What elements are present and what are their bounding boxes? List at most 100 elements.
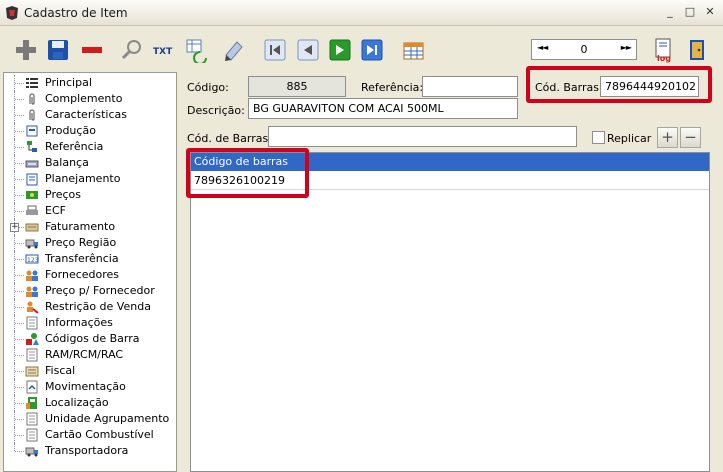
- sidebar-item-label: RAM/RCM/RAC: [45, 348, 124, 361]
- exit-icon[interactable]: [684, 37, 710, 63]
- table-icon[interactable]: [400, 37, 426, 63]
- sidebar-item-localizacao[interactable]: Localização: [4, 395, 176, 411]
- replicar-checkbox[interactable]: [592, 131, 605, 144]
- sidebar-item-unidade-agrupamento[interactable]: Unidade Agrupamento: [4, 411, 176, 427]
- location-icon: [25, 396, 39, 410]
- next-record-icon[interactable]: [327, 37, 353, 63]
- sidebar-item-label: Fornecedores: [45, 268, 120, 281]
- descricao-field[interactable]: BG GUARAVITON COM ACAI 500ML: [248, 98, 518, 119]
- referencia-label: Referência:: [361, 81, 424, 94]
- sidebar-item-ecf[interactable]: ECF: [4, 203, 176, 219]
- money-icon: [25, 188, 39, 202]
- sidebar-item-label: Fiscal: [45, 364, 76, 377]
- export-txt-icon[interactable]: TXT: [151, 37, 177, 63]
- sidebar-item-transportadora[interactable]: Transportadora: [4, 443, 176, 459]
- previous-record-icon[interactable]: [295, 37, 321, 63]
- tree-branch: [15, 147, 24, 148]
- tree-branch: [15, 99, 24, 100]
- tree-branch: [15, 291, 24, 292]
- sidebar-item-restricao-de-venda[interactable]: Restrição de Venda: [4, 299, 176, 315]
- sidebar-item-label: Movimentação: [45, 380, 126, 393]
- sidebar-item-balanca[interactable]: Balança: [4, 155, 176, 171]
- delete-icon[interactable]: [79, 37, 105, 63]
- sidebar-item-precos[interactable]: Preços: [4, 187, 176, 203]
- sidebar-item-cartao-combustivel[interactable]: Cartão Combustível: [4, 427, 176, 443]
- transfer-icon: 123: [25, 252, 39, 266]
- sidebar-item-planejamento[interactable]: Planejamento: [4, 171, 176, 187]
- first-record-icon[interactable]: [262, 37, 288, 63]
- document-icon: [25, 428, 39, 442]
- truck-icon: [25, 236, 39, 250]
- codigo-field[interactable]: 885: [248, 76, 346, 97]
- printer-icon: [25, 204, 39, 218]
- sidebar-item-caracteristicas[interactable]: Características: [4, 107, 176, 123]
- sidebar-item-label: ECF: [45, 204, 66, 217]
- paperclip-icon: [25, 92, 39, 106]
- sidebar-item-preco-p-fornecedor[interactable]: Preço p/ Fornecedor: [4, 283, 176, 299]
- paperclip-icon: [25, 108, 39, 122]
- document-icon: [25, 316, 39, 330]
- window-title: Cadastro de Item: [24, 6, 128, 20]
- suppliers-icon: [25, 284, 39, 298]
- maximize-button[interactable]: □: [683, 4, 697, 20]
- sidebar-item-label: Produção: [45, 124, 96, 137]
- tree-branch: [15, 275, 24, 276]
- refresh-grid-icon[interactable]: [184, 37, 210, 65]
- tree-branch: [15, 419, 24, 420]
- referencia-field[interactable]: [422, 76, 518, 97]
- tree-branch: [15, 131, 24, 132]
- sidebar-item-ram-rcm-rac[interactable]: RAM/RCM/RAC: [4, 347, 176, 363]
- sidebar-item-fornecedores[interactable]: Fornecedores: [4, 267, 176, 283]
- add-barcode-button[interactable]: +: [657, 127, 678, 148]
- sidebar-item-principal[interactable]: Principal: [4, 75, 176, 91]
- sidebar-item-label: Transportadora: [45, 444, 129, 457]
- save-icon[interactable]: [45, 37, 71, 63]
- add-icon[interactable]: [13, 37, 39, 63]
- sidebar-item-label: Referência: [45, 140, 104, 153]
- record-navigator[interactable]: ◄◄ 0 ►►: [531, 39, 637, 60]
- tree-branch: [15, 83, 24, 84]
- expand-icon[interactable]: +: [10, 223, 19, 232]
- sidebar-item-label: Preços: [45, 188, 81, 201]
- svg-text:123: 123: [27, 257, 39, 264]
- sidebar-item-movimentacao[interactable]: Movimentação: [4, 379, 176, 395]
- remove-barcode-button[interactable]: −: [680, 127, 701, 148]
- tree-branch: [15, 307, 24, 308]
- log-label: log: [657, 54, 671, 63]
- cod-de-barras-label: Cód. de Barras:: [187, 132, 272, 145]
- nav-next-button[interactable]: ►►: [621, 43, 632, 52]
- sidebar-item-codigos-de-barra[interactable]: Códigos de Barra: [4, 331, 176, 347]
- shapes-icon: [25, 332, 39, 346]
- search-icon[interactable]: [119, 37, 145, 63]
- sidebar-item-label: Códigos de Barra: [45, 332, 140, 345]
- sidebar-item-referencia[interactable]: Referência: [4, 139, 176, 155]
- sidebar-item-transferencia[interactable]: 123 Transferência: [4, 251, 176, 267]
- tree-branch: [15, 259, 24, 260]
- title-bar: Cadastro de Item _ □ ✕: [0, 0, 723, 26]
- sidebar-item-label: Informações: [45, 316, 113, 329]
- log-icon[interactable]: log: [651, 37, 677, 63]
- close-button[interactable]: ✕: [703, 4, 717, 20]
- sidebar-item-preco-regiao[interactable]: Preço Região: [4, 235, 176, 251]
- sidebar-item-label: Transferência: [45, 252, 119, 265]
- descricao-label: Descrição:: [187, 104, 245, 117]
- sidebar-item-faturamento[interactable]: + Faturamento: [4, 219, 176, 235]
- tree-branch: [15, 435, 24, 436]
- tree-branch: [15, 355, 24, 356]
- sidebar-item-label: Planejamento: [45, 172, 121, 185]
- tree-branch: [15, 403, 24, 404]
- last-record-icon[interactable]: [359, 37, 385, 63]
- sidebar-item-fiscal[interactable]: Fiscal: [4, 363, 176, 379]
- sidebar-item-complemento[interactable]: Complemento: [4, 91, 176, 107]
- tree-branch: [15, 243, 24, 244]
- edit-icon[interactable]: [221, 37, 247, 63]
- sidebar-item-label: Preço Região: [45, 236, 117, 249]
- tree-branch: [15, 387, 24, 388]
- cod-de-barras-input[interactable]: [268, 126, 577, 147]
- sidebar-item-informacoes[interactable]: Informações: [4, 315, 176, 331]
- sidebar-item-label: Preço p/ Fornecedor: [45, 284, 155, 297]
- fiscal-icon: [25, 364, 39, 378]
- suppliers-icon: [25, 268, 39, 282]
- minimize-button[interactable]: _: [663, 4, 677, 20]
- sidebar-item-producao[interactable]: Produção: [4, 123, 176, 139]
